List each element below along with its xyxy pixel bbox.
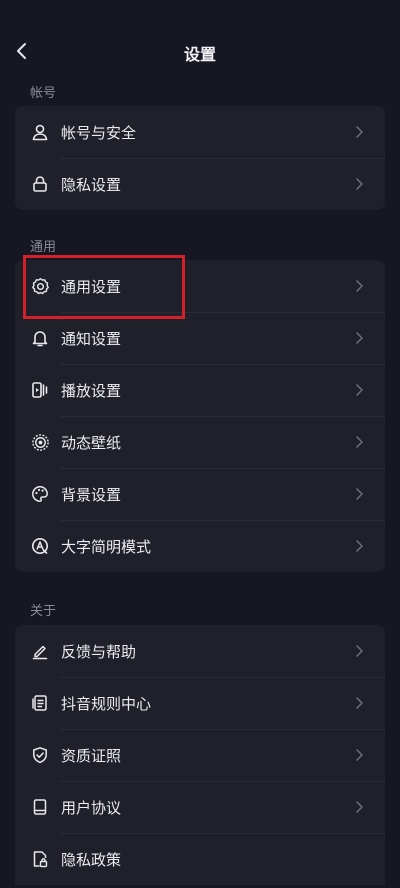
row-notification-settings[interactable]: 通知设置 <box>15 312 385 364</box>
row-qualifications[interactable]: 资质证照 <box>15 729 385 781</box>
row-rules-center[interactable]: 抖音规则中心 <box>15 677 385 729</box>
row-label: 隐私设置 <box>61 175 122 194</box>
row-label: 帐号与安全 <box>61 123 137 142</box>
row-label: 背景设置 <box>61 485 122 504</box>
chevron-right-icon <box>353 384 365 396</box>
user-icon <box>30 122 50 142</box>
section-label-account: 帐号 <box>30 86 57 101</box>
row-account-security[interactable]: 帐号与安全 <box>15 106 385 158</box>
account-card: 帐号与安全 隐私设置 <box>15 106 385 210</box>
privacy-doc-icon <box>30 849 50 869</box>
chevron-right-icon <box>353 697 365 709</box>
wallpaper-icon <box>30 432 50 452</box>
chevron-right-icon <box>353 801 365 813</box>
rules-doc-icon <box>30 693 50 713</box>
row-label: 隐私政策 <box>61 850 122 869</box>
row-label: 用户协议 <box>61 798 122 817</box>
row-feedback-help[interactable]: 反馈与帮助 <box>15 625 385 677</box>
row-label: 播放设置 <box>61 381 122 400</box>
row-large-font-mode[interactable]: 大字简明模式 <box>15 520 385 572</box>
row-label: 动态壁纸 <box>61 433 122 452</box>
font-size-icon <box>30 536 50 556</box>
chevron-right-icon <box>353 488 365 500</box>
chevron-right-icon <box>353 645 365 657</box>
palette-icon <box>30 484 50 504</box>
row-privacy-policy[interactable]: 隐私政策 <box>15 833 385 885</box>
edit-icon <box>30 641 50 661</box>
section-label-general: 通用 <box>30 240 57 255</box>
row-background-settings[interactable]: 背景设置 <box>15 468 385 520</box>
gear-icon <box>30 276 50 296</box>
row-general-settings[interactable]: 通用设置 <box>15 260 385 312</box>
chevron-right-icon <box>353 178 365 190</box>
bell-icon <box>30 328 50 348</box>
book-icon <box>30 797 50 817</box>
lock-icon <box>30 174 50 194</box>
row-label: 通知设置 <box>61 329 122 348</box>
chevron-right-icon <box>353 436 365 448</box>
row-label: 抖音规则中心 <box>61 694 152 713</box>
row-label: 大字简明模式 <box>61 537 152 556</box>
row-label: 通用设置 <box>61 277 122 296</box>
row-label: 资质证照 <box>61 746 122 765</box>
chevron-right-icon <box>353 126 365 138</box>
row-privacy-settings[interactable]: 隐私设置 <box>15 158 385 210</box>
row-label: 反馈与帮助 <box>61 642 137 661</box>
top-bar: 设置 <box>0 0 400 100</box>
about-card: 反馈与帮助 抖音规则中心 资质证照 用户协议 隐私政策 <box>15 625 385 885</box>
row-user-agreement[interactable]: 用户协议 <box>15 781 385 833</box>
page-title: 设置 <box>183 45 216 64</box>
chevron-right-icon <box>353 749 365 761</box>
section-label-about: 关于 <box>30 604 57 619</box>
row-live-wallpaper[interactable]: 动态壁纸 <box>15 416 385 468</box>
general-card: 通用设置 通知设置 播放设置 动态壁纸 背景设置 大字简明模式 <box>15 260 385 572</box>
chevron-right-icon <box>353 280 365 292</box>
chevron-right-icon <box>353 332 365 344</box>
row-playback-settings[interactable]: 播放设置 <box>15 364 385 416</box>
chevron-right-icon <box>353 540 365 552</box>
shield-check-icon <box>30 745 50 765</box>
play-settings-icon <box>30 380 50 400</box>
